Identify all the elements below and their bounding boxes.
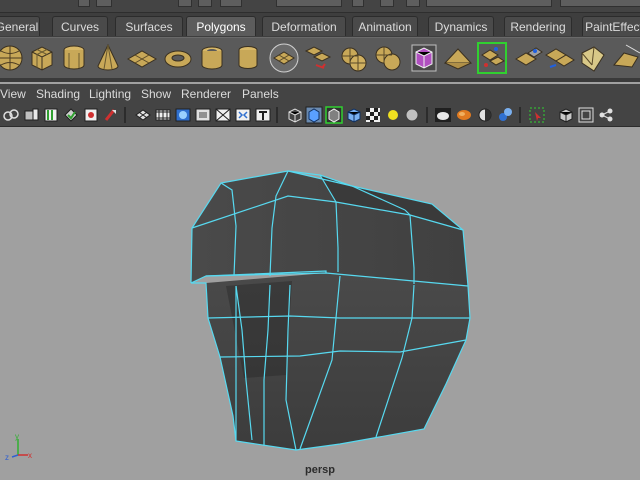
tab-rendering[interactable]: Rendering [504, 16, 572, 36]
gate-mask-icon[interactable] [194, 106, 212, 124]
camera-name-label: persp [305, 464, 335, 476]
smooth-shade-icon[interactable] [305, 106, 323, 124]
poly-cone-icon[interactable] [92, 41, 124, 75]
safe-title-icon[interactable] [254, 106, 272, 124]
menu-renderer[interactable]: Renderer [181, 86, 231, 102]
tab-dynamics[interactable]: Dynamics [428, 16, 494, 36]
menu-view[interactable]: View [0, 86, 26, 102]
status-line [0, 0, 640, 13]
use-all-lights-icon[interactable] [384, 106, 402, 124]
panel-menubar: View Shading Lighting Show Renderer Pane… [0, 84, 640, 104]
tab-deformation[interactable]: Deformation [262, 16, 346, 36]
extrude-icon[interactable] [576, 41, 608, 75]
isolate-select-icon[interactable] [528, 106, 546, 124]
perspective-viewport[interactable]: y x z [0, 127, 640, 480]
separate-icon[interactable] [268, 41, 300, 75]
menu-show[interactable]: Show [141, 86, 171, 102]
camera-attributes-icon[interactable] [22, 106, 40, 124]
status-line-button[interactable] [380, 0, 394, 7]
tab-polygons[interactable]: Polygons [186, 16, 256, 36]
axis-gizmo: y x z [5, 432, 32, 461]
status-line-field[interactable] [276, 0, 342, 7]
panel-toolbar [0, 104, 640, 127]
grease-pencil-icon[interactable] [82, 106, 100, 124]
mirror-icon[interactable] [408, 41, 440, 75]
ambient-occlusion-icon[interactable] [496, 106, 514, 124]
status-line-field[interactable] [426, 0, 552, 7]
poly-cylinder-icon[interactable] [58, 41, 90, 75]
wireframe-on-shaded-icon[interactable] [325, 106, 343, 124]
xray-components-icon[interactable] [597, 106, 615, 124]
shadows-icon[interactable] [403, 106, 421, 124]
poly-plane-icon[interactable] [126, 41, 158, 75]
film-gate-icon[interactable] [154, 106, 172, 124]
tab-painteffects[interactable]: PaintEffects [582, 16, 640, 36]
toolbar-divider [276, 107, 278, 123]
tab-general[interactable]: General [0, 16, 40, 36]
tab-surfaces[interactable]: Surfaces [115, 16, 183, 36]
2d-pan-zoom-icon[interactable] [102, 106, 120, 124]
smooth-icon[interactable] [338, 41, 370, 75]
bridge-icon[interactable] [610, 41, 640, 75]
status-line-field[interactable] [560, 0, 640, 7]
combine-icon[interactable] [232, 41, 264, 75]
status-line-button[interactable] [198, 0, 212, 7]
toolbar-divider [124, 107, 126, 123]
head-mesh[interactable] [0, 127, 640, 480]
depth-of-field-icon[interactable] [476, 106, 494, 124]
menu-panels[interactable]: Panels [242, 86, 279, 102]
resolution-gate-icon[interactable] [174, 106, 192, 124]
select-camera-icon[interactable] [2, 106, 20, 124]
menu-lighting[interactable]: Lighting [89, 86, 131, 102]
poly-cube-icon[interactable] [26, 41, 58, 75]
toolbar-divider [519, 107, 521, 123]
status-line-button[interactable] [96, 0, 112, 7]
menu-shading[interactable]: Shading [36, 86, 80, 102]
xray-joints-icon[interactable] [577, 106, 595, 124]
image-plane-icon[interactable] [62, 106, 80, 124]
status-line-button[interactable] [78, 0, 90, 7]
status-line-button[interactable] [220, 0, 242, 7]
poly-torus-icon[interactable] [162, 41, 194, 75]
toolbar-divider [426, 107, 428, 123]
append-to-polygon-icon[interactable] [512, 41, 544, 75]
xray-icon[interactable] [557, 106, 575, 124]
default-material-icon[interactable] [345, 106, 363, 124]
boolean-icon[interactable] [372, 41, 404, 75]
axis-z-label: z [5, 453, 9, 461]
shelf-tab-bar: General Curves Surfaces Polygons Deforma… [0, 13, 640, 37]
status-line-button[interactable] [352, 0, 364, 7]
create-polygon-tool-icon[interactable] [476, 41, 508, 75]
textured-icon[interactable] [364, 106, 382, 124]
shelf-divider [0, 78, 640, 82]
motion-blur-icon[interactable] [455, 106, 473, 124]
grid-icon[interactable] [134, 106, 152, 124]
split-polygon-tool-icon[interactable] [544, 41, 576, 75]
tab-curves[interactable]: Curves [52, 16, 108, 36]
tab-animation[interactable]: Animation [352, 16, 418, 36]
safe-action-icon[interactable] [234, 106, 252, 124]
poly-pipe-icon[interactable] [196, 41, 228, 75]
status-line-button[interactable] [406, 0, 420, 7]
poly-sphere-icon[interactable] [0, 41, 26, 75]
axis-y-label: y [15, 432, 19, 441]
polygons-shelf [0, 37, 640, 78]
bookmarks-icon[interactable] [42, 106, 60, 124]
high-quality-icon[interactable] [434, 106, 452, 124]
extract-icon[interactable] [302, 41, 334, 75]
field-chart-icon[interactable] [214, 106, 232, 124]
fill-hole-icon[interactable] [442, 41, 474, 75]
wireframe-icon[interactable] [286, 106, 304, 124]
axis-x-label: x [28, 451, 32, 460]
status-line-button[interactable] [178, 0, 192, 7]
